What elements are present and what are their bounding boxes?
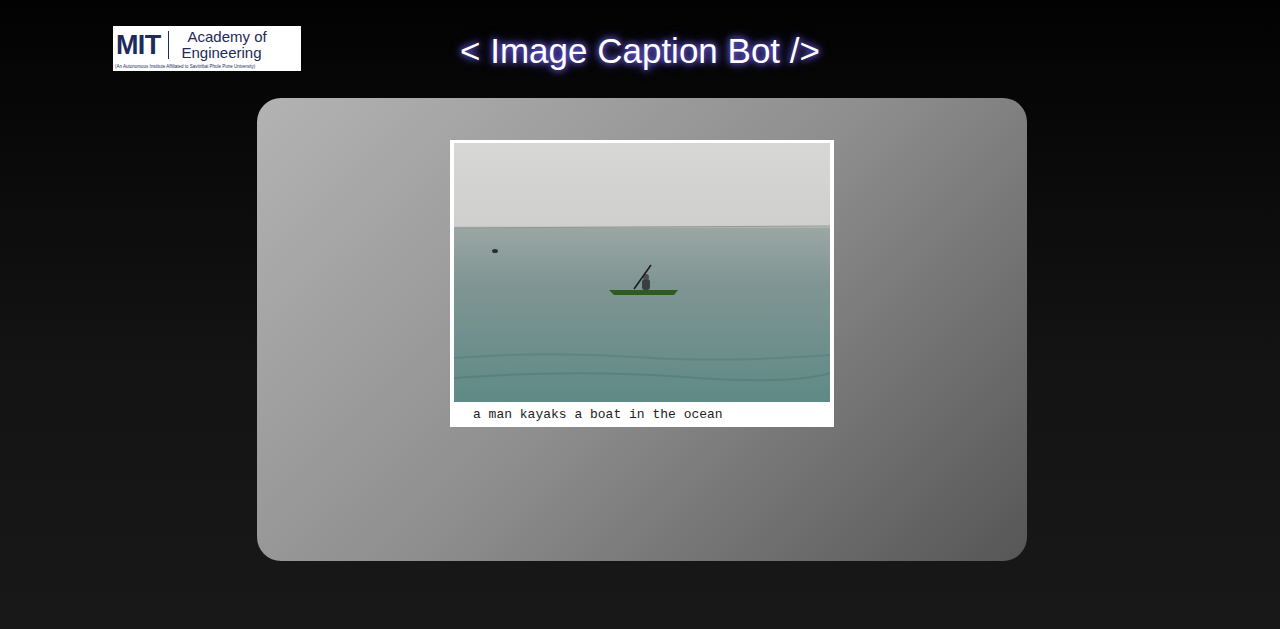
logo-mark: MIT — [115, 32, 168, 59]
logo-line: Engineering — [181, 45, 266, 61]
captioned-image: a man kayaks a boat in the ocean — [450, 140, 834, 427]
caption-row: a man kayaks a boat in the ocean — [454, 402, 830, 427]
logo-lines: Academy ofEngineering — [169, 29, 266, 61]
image-caption: a man kayaks a boat in the ocean — [473, 407, 723, 423]
result-card: a man kayaks a boat in the ocean — [257, 98, 1027, 561]
kayak-scene-icon — [454, 143, 830, 402]
logo-subtitle: (An Autonomous Institute Affiliated to S… — [115, 62, 299, 70]
logo-line: Academy of — [181, 29, 266, 45]
header: MITAcademy ofEngineering(An Autonomous I… — [0, 0, 1280, 98]
logo-area: MITAcademy ofEngineering(An Autonomous I… — [0, 26, 460, 71]
institute-logo: MITAcademy ofEngineering(An Autonomous I… — [113, 26, 301, 71]
uploaded-photo — [454, 143, 830, 402]
logo-divider — [168, 31, 169, 59]
logo-top: MITAcademy ofEngineering — [115, 28, 299, 62]
page-title: < Image Caption Bot /> — [460, 26, 820, 75]
